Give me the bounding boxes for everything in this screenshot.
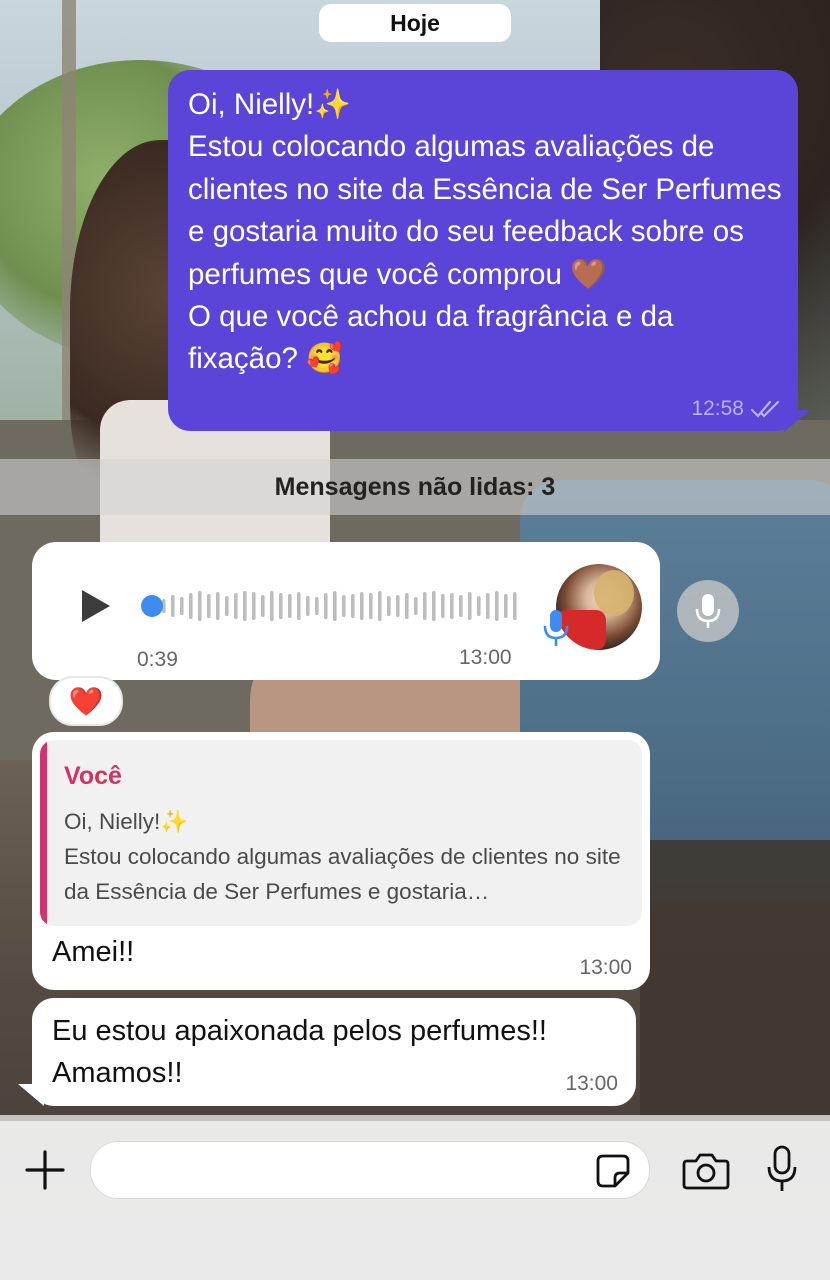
- reply-message-time: 13:00: [579, 956, 632, 979]
- waveform-bar: [459, 595, 463, 617]
- unread-messages-label: Mensagens não lidas: 3: [274, 472, 556, 501]
- waveform-bar: [270, 591, 274, 621]
- waveform-bar: [234, 593, 238, 619]
- waveform-bar: [171, 595, 175, 617]
- waveform-bar: [216, 592, 220, 620]
- waveform-bar: [207, 594, 211, 618]
- waveform-bar: [486, 593, 490, 619]
- waveform-bar: [342, 595, 346, 617]
- voice-waveform[interactable]: [140, 588, 520, 624]
- waveform-bar: [477, 596, 481, 616]
- waveform-bar: [351, 594, 355, 618]
- playback-position-handle[interactable]: [141, 595, 163, 617]
- waveform-bar: [423, 592, 427, 620]
- microphone-icon: [695, 594, 721, 628]
- play-icon[interactable]: [76, 586, 116, 626]
- waveform-bar: [495, 591, 499, 621]
- outgoing-message-meta: 12:58: [691, 397, 780, 421]
- waveform-bar: [306, 596, 310, 616]
- outgoing-message-text: Oi, Nielly!✨ Estou colocando algumas ava…: [188, 88, 782, 376]
- message-input[interactable]: [109, 1142, 583, 1200]
- waveform-bar: [297, 592, 301, 620]
- waveform-bar: [180, 597, 184, 615]
- waveform-bar: [387, 596, 391, 616]
- waveform-bar: [324, 593, 328, 619]
- waveform-bar: [504, 594, 508, 618]
- waveform-bar: [396, 595, 400, 617]
- date-chip-label: Hoje: [390, 9, 440, 36]
- waveform-bar: [441, 594, 445, 618]
- heart-reaction[interactable]: ❤️: [49, 676, 123, 726]
- waveform-bar: [189, 593, 193, 619]
- waveform-bar: [513, 592, 517, 620]
- plus-icon[interactable]: [24, 1149, 66, 1191]
- quoted-message[interactable]: Você Oi, Nielly!✨ Estou colocando alguma…: [40, 740, 642, 926]
- reply-message[interactable]: Você Oi, Nielly!✨ Estou colocando alguma…: [32, 732, 650, 990]
- waveform-bar: [333, 591, 337, 621]
- microphone-icon: [543, 610, 569, 646]
- camera-icon[interactable]: [682, 1151, 730, 1191]
- waveform-bar: [225, 596, 229, 616]
- sticker-icon[interactable]: [595, 1153, 631, 1189]
- message-composer: [0, 1121, 830, 1280]
- waveform-bar: [198, 591, 202, 621]
- reply-message-text: Amei!!: [52, 936, 135, 968]
- waveform-bar: [369, 593, 373, 619]
- quoted-author: Você: [64, 762, 122, 790]
- outgoing-message[interactable]: Oi, Nielly!✨ Estou colocando algumas ava…: [168, 70, 798, 431]
- waveform-bar: [360, 592, 364, 620]
- waveform-bar: [414, 597, 418, 615]
- waveform-bar: [468, 592, 472, 620]
- voice-playback-button[interactable]: [677, 580, 739, 642]
- heart-icon: ❤️: [68, 685, 104, 717]
- incoming-message[interactable]: Eu estou apaixonada pelos perfumes!! Ama…: [32, 998, 636, 1106]
- waveform-bar: [378, 591, 382, 621]
- voice-message-time: 13:00: [459, 646, 512, 669]
- waveform-bar: [450, 593, 454, 619]
- waveform-bar: [279, 593, 283, 619]
- waveform-bar: [252, 592, 256, 620]
- incoming-message-time: 13:00: [565, 1072, 618, 1095]
- waveform-bar: [405, 593, 409, 619]
- voice-message-duration: 0:39: [137, 648, 178, 671]
- waveform-bar: [432, 591, 436, 621]
- waveform-bar: [288, 594, 292, 618]
- waveform-bar: [315, 597, 319, 615]
- waveform-bar: [243, 591, 247, 621]
- double-check-icon: [750, 400, 780, 418]
- message-input-field[interactable]: [90, 1141, 650, 1200]
- waveform-bar: [261, 595, 265, 617]
- voice-message[interactable]: 0:39 13:00: [32, 542, 660, 680]
- incoming-message-text: Eu estou apaixonada pelos perfumes!! Ama…: [52, 1015, 547, 1089]
- unread-messages-divider: Mensagens não lidas: 3: [0, 459, 830, 515]
- microphone-icon[interactable]: [766, 1145, 798, 1193]
- date-chip: Hoje: [319, 4, 511, 42]
- quote-accent-bar: [40, 740, 47, 926]
- outgoing-message-time: 12:58: [691, 397, 744, 420]
- quoted-text: Oi, Nielly!✨ Estou colocando algumas ava…: [64, 809, 621, 904]
